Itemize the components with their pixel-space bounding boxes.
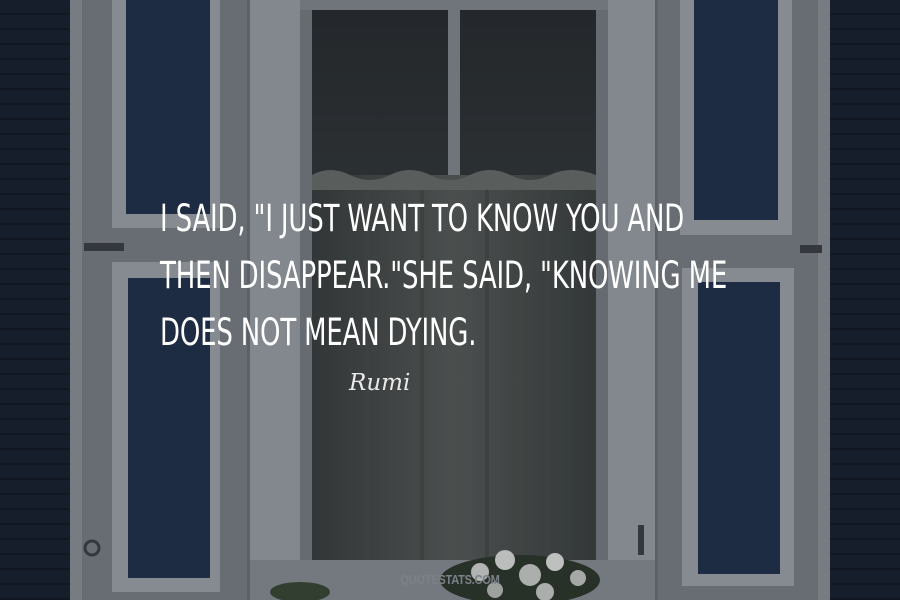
quote-text: I SAID, "I JUST WANT TO KNOW YOU AND THE… [160, 190, 780, 361]
author-signature: Rumi [349, 370, 411, 396]
site-watermark: QUOTESTATS.COM [400, 572, 500, 587]
quote-line: I SAID, "I JUST WANT TO KNOW YOU AND [160, 197, 685, 240]
quote-line: THEN DISAPPEAR."SHE SAID, "KNOWING ME [160, 254, 728, 297]
quote-line: DOES NOT MEAN DYING. [160, 311, 477, 354]
